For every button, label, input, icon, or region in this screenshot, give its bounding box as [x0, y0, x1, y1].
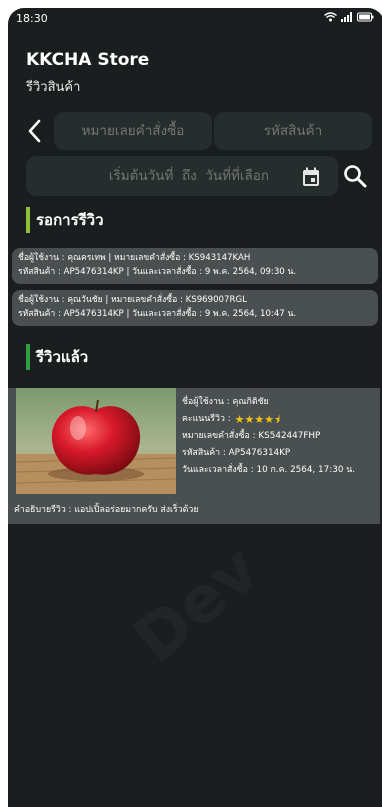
pending-review-item[interactable]: ชื่อผู้ใช้งาน : คุณครเทพ | หมายเลขคำสั่ง…	[12, 248, 378, 284]
reviewed-section-header: รีวิวแล้ว	[26, 344, 88, 370]
review-details: ชื่อผู้ใช้งาน : คุณกิติชัย คะแนนรีวิว : …	[182, 394, 355, 479]
review-datetime: วันและเวลาสั่งซื้อ : 10 ก.ค. 2564, 17:30…	[182, 465, 356, 475]
battery-icon	[357, 12, 374, 22]
signal-icon	[341, 12, 352, 22]
review-card[interactable]: ชื่อผู้ใช้งาน : คุณกิติชัย คะแนนรีวิว : …	[8, 388, 380, 524]
status-bar: 18:30	[8, 8, 382, 30]
status-icons	[324, 12, 374, 22]
review-user: ชื่อผู้ใช้งาน : คุณกิติชัย	[182, 397, 269, 407]
order-number-input[interactable]	[54, 112, 212, 150]
section-accent-bar	[26, 207, 30, 233]
review-description: คำอธิบายรีวิว : แอปเปิ้ลอร่อยมากครับ ส่ง…	[14, 505, 199, 515]
product-image	[16, 388, 176, 494]
reviewed-section-title: รีวิวแล้ว	[36, 348, 89, 366]
section-accent-bar	[26, 344, 30, 370]
calendar-icon[interactable]	[300, 166, 322, 188]
pending-item-line2: รหัสสินค้า : AP5476314KP | วันและเวลาสั่…	[18, 309, 297, 319]
page-title: KKCHA Store	[26, 50, 150, 70]
pending-section-header: รอการรีวิว	[26, 207, 104, 233]
search-icon[interactable]	[342, 163, 368, 189]
rating-label: คะแนนรีวิว :	[182, 414, 231, 424]
wifi-icon	[324, 12, 337, 22]
pending-review-item[interactable]: ชื่อผู้ใช้งาน : คุณวันชัย | หมายเลขคำสั่…	[12, 290, 378, 326]
page-subtitle: รีวิวสินค้า	[26, 80, 81, 95]
pending-item-line2: รหัสสินค้า : AP5476314KP | วันและเวลาสั่…	[18, 267, 297, 277]
app-screen: 18:30 KKCHA Store รีวิวสินค้า หมายเลยคำส…	[8, 8, 382, 807]
status-time: 18:30	[16, 12, 48, 25]
review-product-code: รหัสสินค้า : AP5476314KP	[182, 448, 291, 458]
pending-item-line1: ชื่อผู้ใช้งาน : คุณครเทพ | หมายเลขคำสั่ง…	[18, 253, 251, 263]
back-arrow-icon[interactable]	[24, 118, 46, 144]
review-rating: คะแนนรีวิว : ★★★★⯨	[182, 411, 355, 428]
pending-section-title: รอการรีวิว	[36, 211, 104, 229]
watermark: Dev	[120, 532, 273, 678]
pending-item-line1: ชื่อผู้ใช้งาน : คุณวันชัย | หมายเลขคำสั่…	[18, 295, 247, 305]
star-rating-icon: ★★★★⯨	[234, 413, 280, 426]
date-range-input[interactable]	[26, 156, 338, 196]
review-order-number: หมายเลขคำสั่งซื้อ : KS542447FHP	[182, 431, 321, 441]
product-code-input[interactable]	[214, 112, 372, 150]
